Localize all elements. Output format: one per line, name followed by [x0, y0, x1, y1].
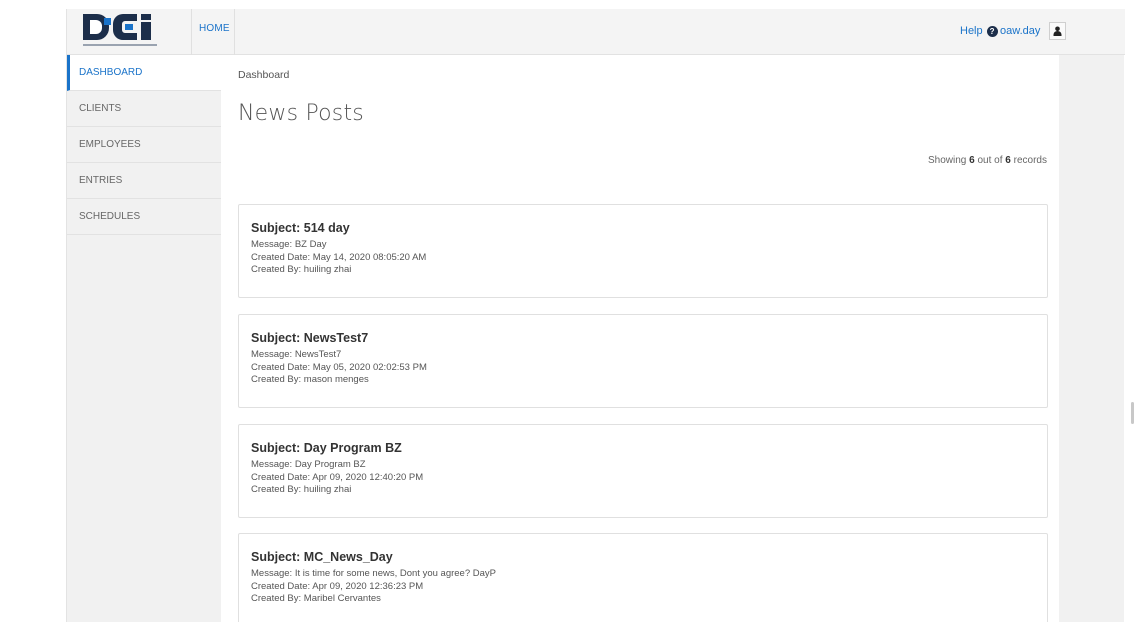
sidebar-item-entries[interactable]: ENTRIES [67, 163, 221, 199]
news-post-card: Subject: Day Program BZ Message: Day Pro… [238, 424, 1048, 518]
records-count: Showing 6 out of 6 records [928, 155, 1047, 166]
user-button[interactable] [1049, 22, 1066, 40]
user-icon [1053, 26, 1062, 36]
post-subject: Subject: NewsTest7 [251, 331, 369, 345]
post-created-by: Created By: mason menges [251, 374, 369, 385]
dci-logo[interactable] [77, 10, 183, 51]
records-count-suffix: records [1013, 155, 1047, 166]
post-created-date: Created Date: May 14, 2020 08:05:20 AM [251, 251, 427, 263]
sidebar-item-clients[interactable]: CLIENTS [67, 91, 221, 127]
records-count-prefix: Showing [928, 155, 967, 166]
sidebar-item-label: EMPLOYEES [79, 139, 141, 150]
user-menu-link[interactable]: oaw.day [1000, 25, 1040, 37]
sidebar-item-label: ENTRIES [79, 175, 123, 186]
post-message: Message: NewsTest7 [251, 349, 342, 360]
home-tab[interactable]: HOME [191, 9, 235, 55]
page-title: News Posts [238, 101, 364, 126]
page-margin-left [0, 0, 66, 622]
post-subject: Subject: Day Program BZ [251, 441, 402, 455]
post-message: Message: It is time for some news, Dont … [251, 568, 496, 579]
post-created-date: Created Date: May 05, 2020 02:02:53 PM [251, 361, 427, 373]
news-post-card: Subject: 514 day Message: BZ Day Created… [238, 204, 1048, 298]
home-tab-label: HOME [199, 23, 230, 34]
breadcrumb: Dashboard [238, 69, 289, 81]
sidebar-item-label: SCHEDULES [79, 211, 141, 222]
scrollbar-thumb[interactable] [1131, 402, 1134, 424]
post-message: Message: BZ Day [251, 239, 327, 250]
post-created-date: Created Date: Apr 09, 2020 12:36:23 PM [251, 580, 424, 592]
sidebar-item-employees[interactable]: EMPLOYEES [67, 127, 221, 163]
records-count-middle: out of [977, 155, 1003, 166]
help-link[interactable]: Help ? [960, 25, 998, 37]
help-label: Help [960, 25, 983, 37]
sidebar: DASHBOARD CLIENTS EMPLOYEES ENTRIES SCHE… [67, 55, 229, 622]
question-circle-icon: ? [986, 25, 998, 37]
post-created-by: Created By: huiling zhai [251, 264, 352, 275]
post-subject: Subject: 514 day [251, 221, 350, 235]
user-name: oaw.day [1000, 25, 1041, 37]
news-post-card: Subject: MC_News_Day Message: It is time… [238, 533, 1048, 622]
sidebar-item-dashboard[interactable]: DASHBOARD [67, 55, 229, 91]
records-shown: 6 [969, 155, 975, 166]
top-navbar: HOME Help ? oaw.day [67, 9, 1125, 55]
page-scrollbar[interactable] [1126, 0, 1136, 622]
post-subject: Subject: MC_News_Day [251, 550, 393, 564]
news-post-card: Subject: NewsTest7 Message: NewsTest7 Cr… [238, 314, 1048, 408]
sidebar-item-label: DASHBOARD [79, 67, 143, 78]
main-content: Dashboard News Posts Showing 6 out of 6 … [221, 55, 1059, 622]
records-total: 6 [1005, 155, 1011, 166]
breadcrumb-item[interactable]: Dashboard [238, 69, 289, 81]
post-created-by: Created By: Maribel Cervantes [251, 593, 381, 604]
post-created-date: Created Date: Apr 09, 2020 12:40:20 PM [251, 471, 424, 483]
sidebar-item-schedules[interactable]: SCHEDULES [67, 199, 221, 235]
post-message: Message: Day Program BZ [251, 459, 366, 470]
app-window: HOME Help ? oaw.day DASHBOARD CLIENTS EM… [66, 9, 1125, 622]
sidebar-item-label: CLIENTS [79, 103, 122, 114]
post-created-by: Created By: huiling zhai [251, 484, 352, 495]
